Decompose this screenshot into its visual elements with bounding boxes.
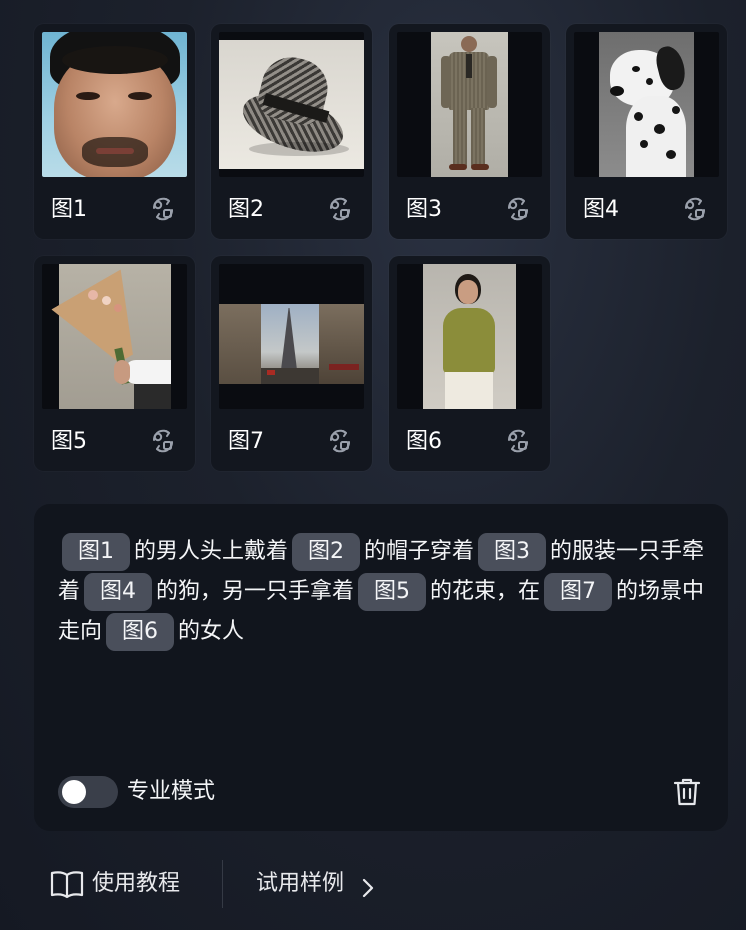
prompt-text-segment: 的狗，另一只手拿着 <box>156 579 355 604</box>
image-thumbnail-paris-street[interactable] <box>219 264 364 409</box>
prompt-text[interactable]: 图1 的男人头上戴着 图2 的帽子穿着 图3 的服装一只手牵着 图4 的狗，另一只手拿着 图5 的… <box>58 532 708 652</box>
prompt-image-tag[interactable]: 图7 <box>544 573 613 611</box>
pro-mode-label: 专业模式 <box>127 779 216 804</box>
chevron-right-icon <box>358 872 378 898</box>
swap-icon[interactable] <box>148 426 178 456</box>
image-card-6[interactable]: 图6 <box>389 256 550 471</box>
image-card-7[interactable]: 图7 <box>211 256 372 471</box>
swap-icon[interactable] <box>325 426 355 456</box>
tutorial-button[interactable]: 使用教程 <box>50 862 180 906</box>
prompt-text-segment: 的帽子穿着 <box>364 539 475 564</box>
swap-icon[interactable] <box>148 194 178 224</box>
prompt-image-tag[interactable]: 图3 <box>478 533 547 571</box>
examples-button[interactable]: 试用样例 <box>256 862 378 906</box>
toggle-knob <box>62 780 86 804</box>
swap-icon[interactable] <box>503 426 533 456</box>
image-thumbnail-dalmatian[interactable] <box>574 32 719 177</box>
book-icon <box>50 869 84 899</box>
prompt-image-tag[interactable]: 图2 <box>292 533 361 571</box>
image-card-2[interactable]: 图2 <box>211 24 372 239</box>
prompt-image-tag[interactable]: 图5 <box>358 573 427 611</box>
image-label: 图3 <box>406 197 442 222</box>
image-thumbnail-hat[interactable] <box>219 32 364 177</box>
prompt-editor[interactable]: 图1 的男人头上戴着 图2 的帽子穿着 图3 的服装一只手牵着 图4 的狗，另一只手拿着 图5 的… <box>34 504 728 831</box>
swap-icon[interactable] <box>325 194 355 224</box>
swap-icon[interactable] <box>680 194 710 224</box>
image-thumbnail-bouquet[interactable] <box>42 264 187 409</box>
examples-label: 试用样例 <box>256 871 345 896</box>
image-thumbnail-man-portrait[interactable] <box>42 32 187 177</box>
pro-mode-toggle[interactable] <box>58 776 118 808</box>
prompt-image-tag[interactable]: 图1 <box>62 533 130 571</box>
image-card-4[interactable]: 图4 <box>566 24 727 239</box>
image-card-1[interactable]: 图1 <box>34 24 195 239</box>
footer-divider <box>222 860 223 908</box>
image-label: 图6 <box>406 429 442 454</box>
image-label: 图7 <box>228 429 264 454</box>
swap-icon[interactable] <box>503 194 533 224</box>
trash-icon[interactable] <box>671 775 703 809</box>
prompt-text-segment: 的花束，在 <box>430 579 541 604</box>
image-label: 图5 <box>51 429 87 454</box>
tutorial-label: 使用教程 <box>92 871 181 896</box>
image-label: 图1 <box>51 197 87 222</box>
image-thumbnail-suit[interactable] <box>397 32 542 177</box>
image-label: 图2 <box>228 197 264 222</box>
image-label: 图4 <box>583 197 619 222</box>
prompt-image-tag[interactable]: 图6 <box>106 613 175 651</box>
prompt-image-tag[interactable]: 图4 <box>84 573 153 611</box>
prompt-text-segment: 的女人 <box>178 619 245 644</box>
prompt-text-segment: 的男人头上戴着 <box>134 539 289 564</box>
image-card-5[interactable]: 图5 <box>34 256 195 471</box>
image-card-3[interactable]: 图3 <box>389 24 550 239</box>
image-thumbnail-woman[interactable] <box>397 264 542 409</box>
